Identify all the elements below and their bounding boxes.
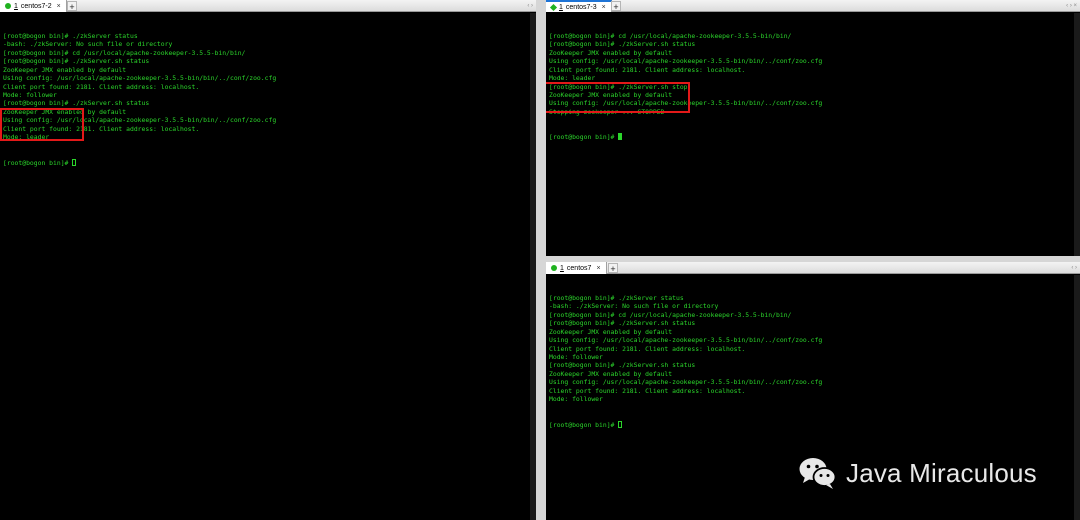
terminal-line: Using config: /usr/local/apache-zookeepe… — [549, 336, 823, 345]
terminal-line: [root@bogon bin]# ./zkServer status — [3, 31, 138, 40]
add-tab-button[interactable]: + — [608, 263, 618, 274]
terminal-line: Using config: /usr/local/apache-zookeepe… — [3, 74, 277, 83]
left-tab-bar: 1 centos7-2 × + ‹ › — [0, 0, 536, 12]
add-tab-button[interactable]: + — [67, 1, 77, 12]
shell-prompt: [root@bogon bin]# — [549, 133, 619, 142]
vertical-scrollbar[interactable] — [1074, 13, 1080, 256]
terminal-prompt-line: [root@bogon bin]# — [549, 420, 1077, 429]
terminal-line: [root@bogon bin]# cd /usr/local/apache-z… — [549, 310, 792, 319]
add-tab-button[interactable]: + — [611, 1, 621, 12]
shell-prompt: [root@bogon bin]# — [549, 420, 619, 429]
terminal-line: Using config: /usr/local/apache-zookeepe… — [549, 378, 823, 387]
close-tab-icon[interactable]: × — [602, 4, 606, 11]
terminal-line: ZooKeeper JMX enabled by default — [3, 65, 127, 74]
tab-scroll-arrows[interactable]: ‹ › × — [1066, 0, 1077, 12]
tab-centos7-3[interactable]: 1 centos7-3 × — [546, 0, 612, 12]
tab-label: centos7-3 — [565, 3, 597, 11]
connected-status-icon — [549, 3, 558, 11]
close-tab-icon[interactable]: × — [57, 3, 61, 10]
close-tab-icon[interactable]: × — [596, 265, 600, 272]
tab-label: centos7 — [566, 264, 592, 272]
highlight-box — [546, 82, 690, 113]
top-right-tab-bar: 1 centos7-3 × + ‹ › × — [546, 0, 1080, 12]
terminal-line: [root@bogon bin]# ./zkServer status — [549, 293, 684, 302]
terminal-output[interactable]: [root@bogon bin]# ./zkServer status -bash… — [549, 277, 1077, 446]
tab-number: 1 — [560, 264, 564, 272]
text-cursor — [618, 420, 623, 428]
connected-status-icon — [551, 265, 557, 271]
terminal-line: Client port found: 2181. Client address:… — [3, 82, 200, 91]
watermark-text: Java Miraculous — [846, 457, 1037, 488]
pane-divider[interactable] — [536, 0, 546, 520]
terminal-line: Mode: follower — [549, 352, 603, 361]
bottom-right-tab-bar: 1 centos7 × + ‹ › — [546, 262, 1080, 274]
terminal-line: [root@bogon bin]# ./zkServer.sh status — [549, 319, 696, 328]
terminal-line: Client port found: 2181. Client address:… — [549, 386, 746, 395]
tab-centos7-2[interactable]: 1 centos7-2 × — [0, 0, 67, 12]
watermark: Java Miraculous — [798, 455, 1037, 491]
tab-scroll-arrows[interactable]: ‹ › — [1071, 262, 1077, 274]
terminal-line: [root@bogon bin]# cd /usr/local/apache-z… — [3, 48, 246, 57]
tab-scroll-arrows[interactable]: ‹ › — [527, 0, 533, 12]
left-terminal-pane[interactable]: 1 centos7-2 × + ‹ › [root@bogon bin]# ./… — [0, 0, 536, 520]
terminal-line: Mode: follower — [3, 90, 57, 99]
terminal-line: ZooKeeper JMX enabled by default — [549, 48, 673, 57]
wechat-icon — [799, 458, 837, 489]
terminal-line: [root@bogon bin]# ./zkServer.sh status — [549, 40, 696, 49]
terminal-line: ZooKeeper JMX enabled by default — [549, 369, 673, 378]
text-cursor — [72, 158, 77, 166]
terminal-line: Mode: follower — [549, 395, 603, 404]
terminal-line: [root@bogon bin]# cd /usr/local/apache-z… — [549, 31, 792, 40]
terminal-line: [root@bogon bin]# ./zkServer.sh status — [3, 57, 150, 66]
terminal-line: Client port found: 2181. Client address:… — [549, 65, 746, 74]
terminal-line: ZooKeeper JMX enabled by default — [549, 327, 673, 336]
terminal-line: [root@bogon bin]# ./zkServer.sh status — [549, 361, 696, 370]
terminal-prompt-line: [root@bogon bin]# — [3, 158, 533, 167]
text-cursor — [618, 133, 623, 141]
terminal-prompt-line: [root@bogon bin]# — [549, 133, 1077, 141]
tab-number: 1 — [559, 3, 563, 11]
shell-prompt: [root@bogon bin]# — [3, 158, 73, 167]
top-right-terminal-pane[interactable]: 1 centos7-3 × + ‹ › × [root@bogon bin]# … — [546, 0, 1080, 256]
terminal-line: -bash: ./zkServer: No such file or direc… — [3, 40, 173, 49]
tab-centos7[interactable]: 1 centos7 × — [546, 262, 607, 274]
terminal-line: Client port found: 2181. Client address:… — [549, 344, 746, 353]
terminal-line: -bash: ./zkServer: No such file or direc… — [549, 302, 719, 311]
highlight-box — [0, 108, 84, 141]
tab-label: centos7-2 — [20, 2, 52, 10]
terminal-lines: [root@bogon bin]# ./zkServer status -bash… — [549, 294, 1077, 404]
tab-number: 1 — [14, 2, 18, 10]
vertical-scrollbar[interactable] — [1074, 275, 1080, 520]
terminal-line: Using config: /usr/local/apache-zookeepe… — [549, 57, 823, 66]
terminal-line: [root@bogon bin]# ./zkServer.sh status — [3, 99, 150, 108]
connected-status-icon — [5, 3, 11, 9]
terminal-output[interactable]: [root@bogon bin]# ./zkServer status -bash… — [3, 15, 533, 184]
